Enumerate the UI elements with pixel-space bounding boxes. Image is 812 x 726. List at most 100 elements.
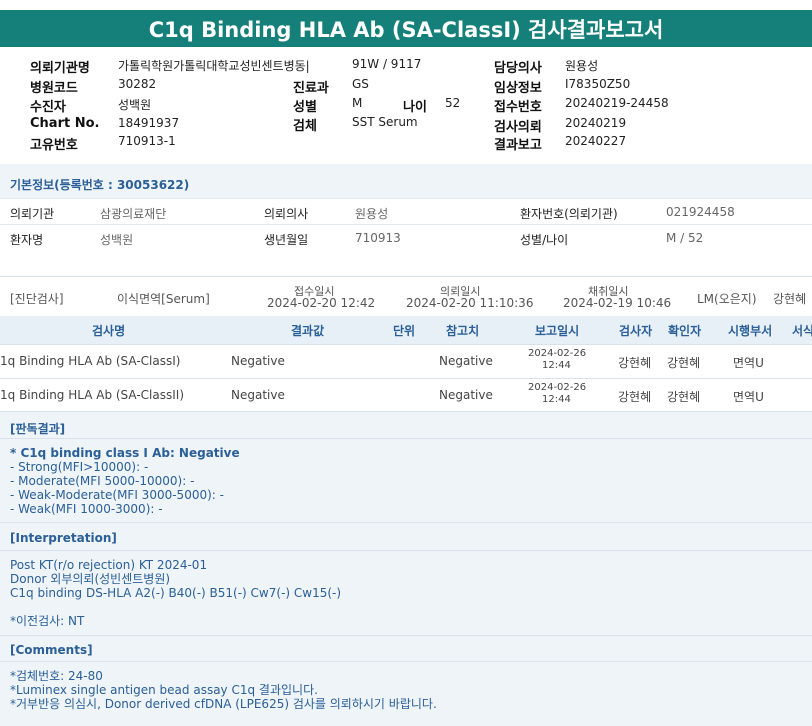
col-unit: 단위 xyxy=(393,324,416,338)
doctor-value: 원용성 xyxy=(565,59,599,73)
report-date-line2: 12:44 xyxy=(542,360,571,371)
comments-title: [Comments] xyxy=(10,643,93,657)
basic-info-title: 기본정보(등록번호 : 30053622) xyxy=(10,178,190,192)
requesting-org-value: 삼광의료재단 xyxy=(100,207,167,221)
specimen-value: SST Serum xyxy=(352,115,418,129)
col-department: 시행부서 xyxy=(728,324,773,338)
patient-label: 수진자 xyxy=(30,100,66,115)
interpretation-line: Donor 외부의뢰(성빈센트병원) xyxy=(10,572,171,586)
collected-value: 2024-02-19 10:46 xyxy=(563,296,672,310)
requesting-doctor-value: 원용성 xyxy=(355,207,389,221)
doctor-label: 담당의사 xyxy=(494,61,542,76)
patient-value: 성백원 xyxy=(118,98,152,112)
divider xyxy=(0,661,812,662)
comment-line: *검체번호: 24-80 xyxy=(10,669,103,683)
report-date-label: 결과보고 xyxy=(494,138,542,153)
col-report-date: 보고일시 xyxy=(535,324,580,338)
age-label: 나이 xyxy=(403,100,427,115)
interpretation-section: [Interpretation] Post KT(r/o rejection) … xyxy=(0,522,812,636)
sex-age-value: M / 52 xyxy=(666,231,704,245)
clinical-info-label: 임상정보 xyxy=(494,81,542,96)
basic-info-header: 기본정보(등록번호 : 30053622) xyxy=(0,164,812,198)
judgement-section: [판독결과] * C1q binding class I Ab: Negativ… xyxy=(0,411,812,523)
report-date-line1: 2024-02-26 xyxy=(528,348,587,359)
birth-date-label: 생년월일 xyxy=(264,233,309,247)
clinical-info-value: I78350Z50 xyxy=(565,77,631,91)
reference-value: Negative xyxy=(439,354,493,368)
request-date-value: 20240219 xyxy=(565,116,627,130)
patient-no-label: 환자번호(의뢰기관) xyxy=(520,207,618,221)
department-value: GS xyxy=(352,77,369,91)
col-test-name: 검사명 xyxy=(92,324,126,338)
col-tester: 검사자 xyxy=(619,324,653,338)
col-form: 서식 xyxy=(792,324,812,338)
requesting-doctor-label: 의뢰의사 xyxy=(264,207,309,221)
department: 면역U xyxy=(733,356,764,370)
col-result: 결과값 xyxy=(291,324,325,338)
report-date-line2: 12:44 xyxy=(542,394,571,405)
lab-name: LM(오은지) xyxy=(697,292,757,306)
comments-section: [Comments] *검체번호: 24-80 *Luminex single … xyxy=(0,635,812,726)
receipt-no-value: 20240219-24458 xyxy=(565,96,669,110)
previous-test-line: *이전검사: NT xyxy=(10,614,85,628)
col-reference: 참고치 xyxy=(446,324,480,338)
interpretation-line: Post KT(r/o rejection) KT 2024-01 xyxy=(10,558,208,572)
divider xyxy=(0,276,812,277)
table-row[interactable]: 1q Binding HLA Ab (SA-ClassII) Negative … xyxy=(0,378,812,412)
interpretation-line: C1q binding DS-HLA A2(-) B40(-) B51(-) C… xyxy=(10,586,342,600)
patient-no-value: 021924458 xyxy=(666,205,735,219)
basic-info-row: 의뢰기관 삼광의료재단 의뢰의사 원용성 환자번호(의뢰기관) 02192445… xyxy=(0,198,812,225)
report-date-value: 20240227 xyxy=(565,134,627,148)
checker: 강현혜 xyxy=(667,356,701,370)
result-value: Negative xyxy=(231,354,285,368)
checker: 강현혜 xyxy=(667,390,701,404)
judgement-line: * C1q binding class I Ab: Negative xyxy=(10,446,240,460)
requested-value: 2024-02-20 11:10:36 xyxy=(406,296,534,310)
interpretation-title: [Interpretation] xyxy=(10,531,117,545)
lab-person: 강현혜 xyxy=(773,292,807,306)
birth-date-value: 710913 xyxy=(355,231,401,245)
patient-name-value: 성백원 xyxy=(100,233,134,247)
request-date-label: 검사의뢰 xyxy=(494,120,542,135)
reference-value: Negative xyxy=(439,388,493,402)
col-checker: 확인자 xyxy=(668,324,702,338)
report-date-line1: 2024-02-26 xyxy=(528,382,587,393)
tester: 강현혜 xyxy=(618,390,652,404)
hospital-name-label: 의뢰기관명 xyxy=(30,61,90,76)
comment-line: *Luminex single antigen bead assay C1q 결… xyxy=(10,683,318,697)
patient-name-label: 환자명 xyxy=(10,233,44,247)
sex-value: M xyxy=(352,96,363,110)
test-name: 1q Binding HLA Ab (SA-ClassI) xyxy=(0,354,181,368)
divider xyxy=(0,438,812,439)
sex-age-label: 성별/나이 xyxy=(520,233,569,247)
chart-no-value: 18491937 xyxy=(118,116,180,130)
department: 면역U xyxy=(733,390,764,404)
comment-line: *거부반응 의심시, Donor derived cfDNA (LPE625) … xyxy=(10,697,437,711)
requesting-org-label: 의뢰기관 xyxy=(10,207,55,221)
unique-no-value: 710913-1 xyxy=(118,134,176,148)
report-title: C1q Binding HLA Ab (SA-ClassI) 검사결과보고서 xyxy=(0,10,812,47)
age-value: 52 xyxy=(445,96,461,110)
exam-specimen: 이식면역[Serum] xyxy=(117,292,210,306)
exam-category: [진단검사] xyxy=(10,292,64,306)
ward-value: 91W / 9117 xyxy=(352,57,422,71)
basic-info-row: 환자명 성백원 생년월일 710913 성별/나이 M / 52 xyxy=(0,224,812,251)
hospital-name-value: 가톨릭학원가톨릭대학교성빈센트병동| xyxy=(118,59,310,73)
test-name: 1q Binding HLA Ab (SA-ClassII) xyxy=(0,388,185,402)
results-table-header: 검사명 결과값 단위 참고치 보고일시 검사자 확인자 시행부서 서식 xyxy=(0,316,812,344)
judgement-line: - Weak(MFI 1000-3000): - xyxy=(10,502,163,516)
result-value: Negative xyxy=(231,388,285,402)
unique-no-label: 고유번호 xyxy=(30,138,78,153)
judgement-line: - Strong(MFI>10000): - xyxy=(10,460,149,474)
hospital-code-label: 병원코드 xyxy=(30,81,78,96)
sex-label: 성별 xyxy=(293,100,317,115)
divider xyxy=(0,550,812,551)
tester: 강현혜 xyxy=(618,356,652,370)
specimen-label: 검체 xyxy=(293,119,317,134)
chart-no-label: Chart No. xyxy=(30,116,100,131)
hospital-code-value: 30282 xyxy=(118,77,157,91)
received-value: 2024-02-20 12:42 xyxy=(267,296,376,310)
table-row[interactable]: 1q Binding HLA Ab (SA-ClassI) Negative N… xyxy=(0,344,812,378)
judgement-line: - Moderate(MFI 5000-10000): - xyxy=(10,474,195,488)
receipt-no-label: 접수번호 xyxy=(494,100,542,115)
